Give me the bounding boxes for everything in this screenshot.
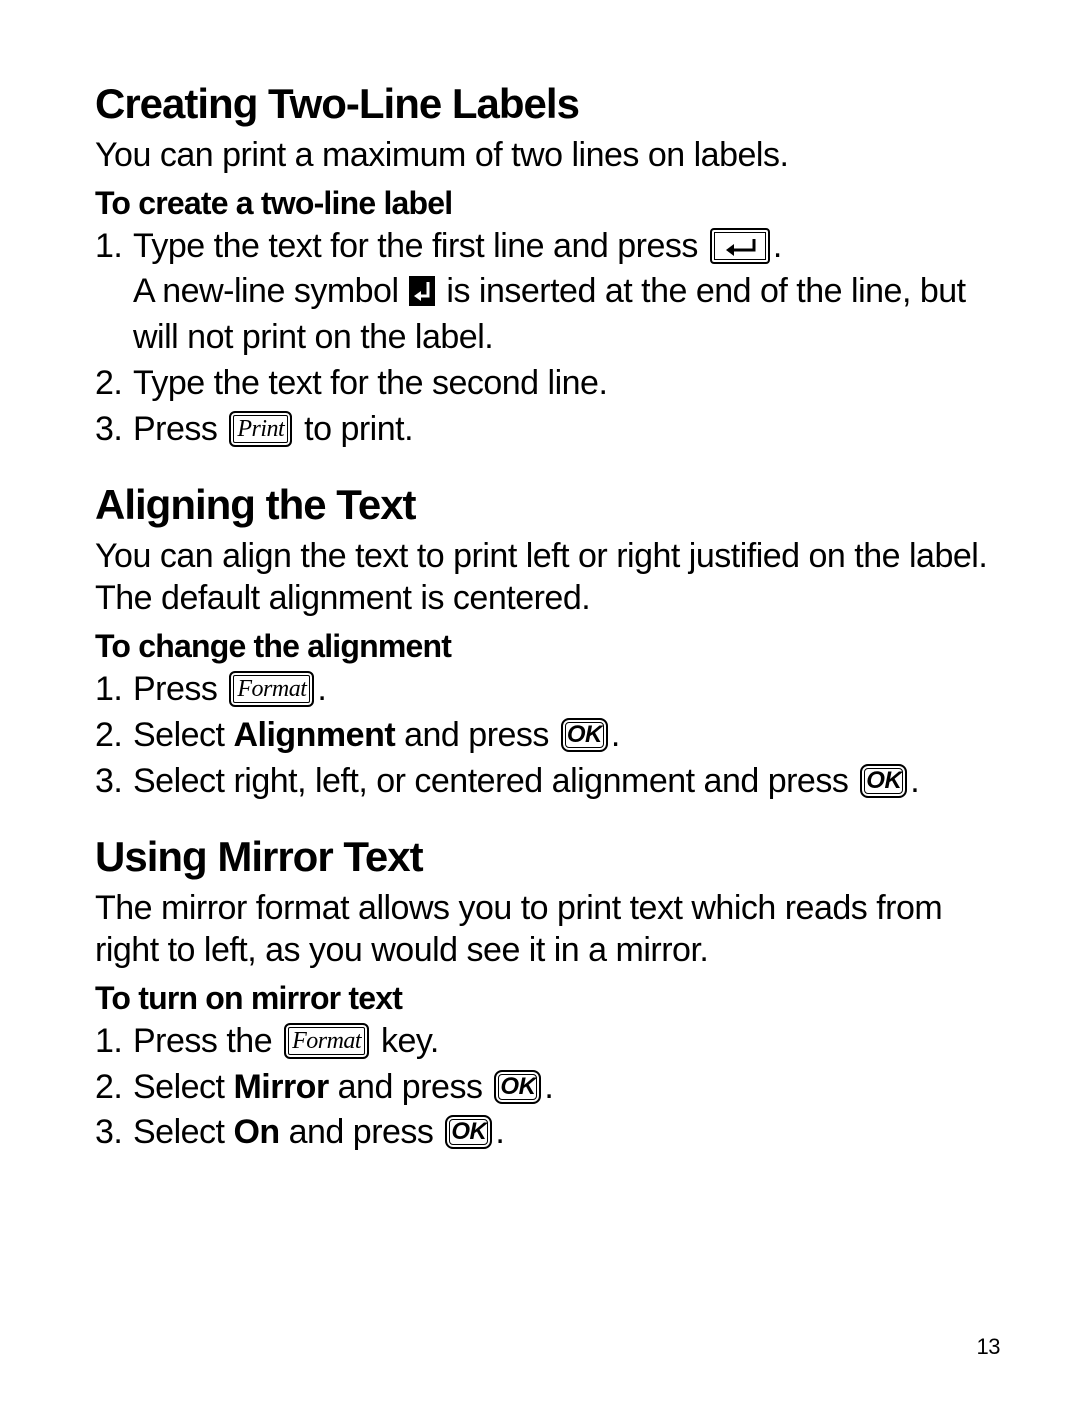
step-text: .: [910, 762, 919, 800]
ok-key-icon: OK: [494, 1070, 541, 1104]
step-bold: Alignment: [233, 716, 395, 754]
step-text: .: [773, 227, 782, 265]
steps-mirror: Press the Format key. Select Mirror and …: [95, 1019, 1000, 1157]
step-1: Press the Format key.: [95, 1019, 1000, 1065]
step-text: .: [317, 670, 326, 708]
step-text: .: [495, 1113, 504, 1151]
newline-symbol-icon: [409, 276, 435, 306]
step-bold: Mirror: [233, 1068, 328, 1106]
page-number: 13: [977, 1334, 1000, 1360]
heading-aligning-text: Aligning the Text: [95, 481, 1000, 529]
step-2: Select Mirror and press OK.: [95, 1065, 1000, 1111]
step-text: and press: [280, 1113, 443, 1151]
step-text: key.: [372, 1022, 439, 1060]
step-1: Press Format.: [95, 667, 1000, 713]
step-text: A new-line symbol: [133, 272, 407, 310]
subhead-create-two-line: To create a two-line label: [95, 185, 1000, 222]
heading-mirror-text: Using Mirror Text: [95, 833, 1000, 881]
step-text: .: [544, 1068, 553, 1106]
ok-key-icon: OK: [561, 718, 608, 752]
ok-key-icon: OK: [445, 1115, 492, 1149]
manual-page: Creating Two-Line Labels You can print a…: [0, 0, 1080, 1410]
step-bold: On: [233, 1113, 279, 1151]
format-key-icon: Format: [229, 671, 314, 707]
ok-key-icon: OK: [860, 764, 907, 798]
intro-two-line: You can print a maximum of two lines on …: [95, 134, 1000, 177]
step-text: and press: [329, 1068, 492, 1106]
step-text: Press: [133, 670, 226, 708]
step-1: Type the text for the first line and pre…: [95, 224, 1000, 362]
step-text: .: [611, 716, 620, 754]
step-text: Type the text for the second line.: [133, 364, 607, 402]
step-2: Type the text for the second line.: [95, 361, 1000, 407]
print-key-icon: Print: [229, 411, 292, 447]
step-text: Press the: [133, 1022, 281, 1060]
step-text: Type the text for the first line and pre…: [133, 227, 707, 265]
intro-mirror: The mirror format allows you to print te…: [95, 887, 1000, 972]
format-key-icon: Format: [284, 1023, 369, 1059]
step-2: Select Alignment and press OK.: [95, 713, 1000, 759]
subhead-mirror-on: To turn on mirror text: [95, 980, 1000, 1017]
step-3: Press Print to print.: [95, 407, 1000, 453]
step-text: Select: [133, 1068, 233, 1106]
heading-two-line-labels: Creating Two-Line Labels: [95, 80, 1000, 128]
step-text: Press: [133, 410, 226, 448]
step-text: Select right, left, or centered alignmen…: [133, 762, 857, 800]
enter-key-icon: [710, 228, 770, 264]
subhead-change-alignment: To change the alignment: [95, 628, 1000, 665]
step-text: Select: [133, 1113, 233, 1151]
step-text: to print.: [295, 410, 413, 448]
step-text: Select: [133, 716, 233, 754]
intro-aligning: You can align the text to print left or …: [95, 535, 1000, 620]
step-text: and press: [395, 716, 558, 754]
steps-two-line: Type the text for the first line and pre…: [95, 224, 1000, 453]
step-3: Select right, left, or centered alignmen…: [95, 759, 1000, 805]
steps-alignment: Press Format. Select Alignment and press…: [95, 667, 1000, 805]
step-3: Select On and press OK.: [95, 1110, 1000, 1156]
